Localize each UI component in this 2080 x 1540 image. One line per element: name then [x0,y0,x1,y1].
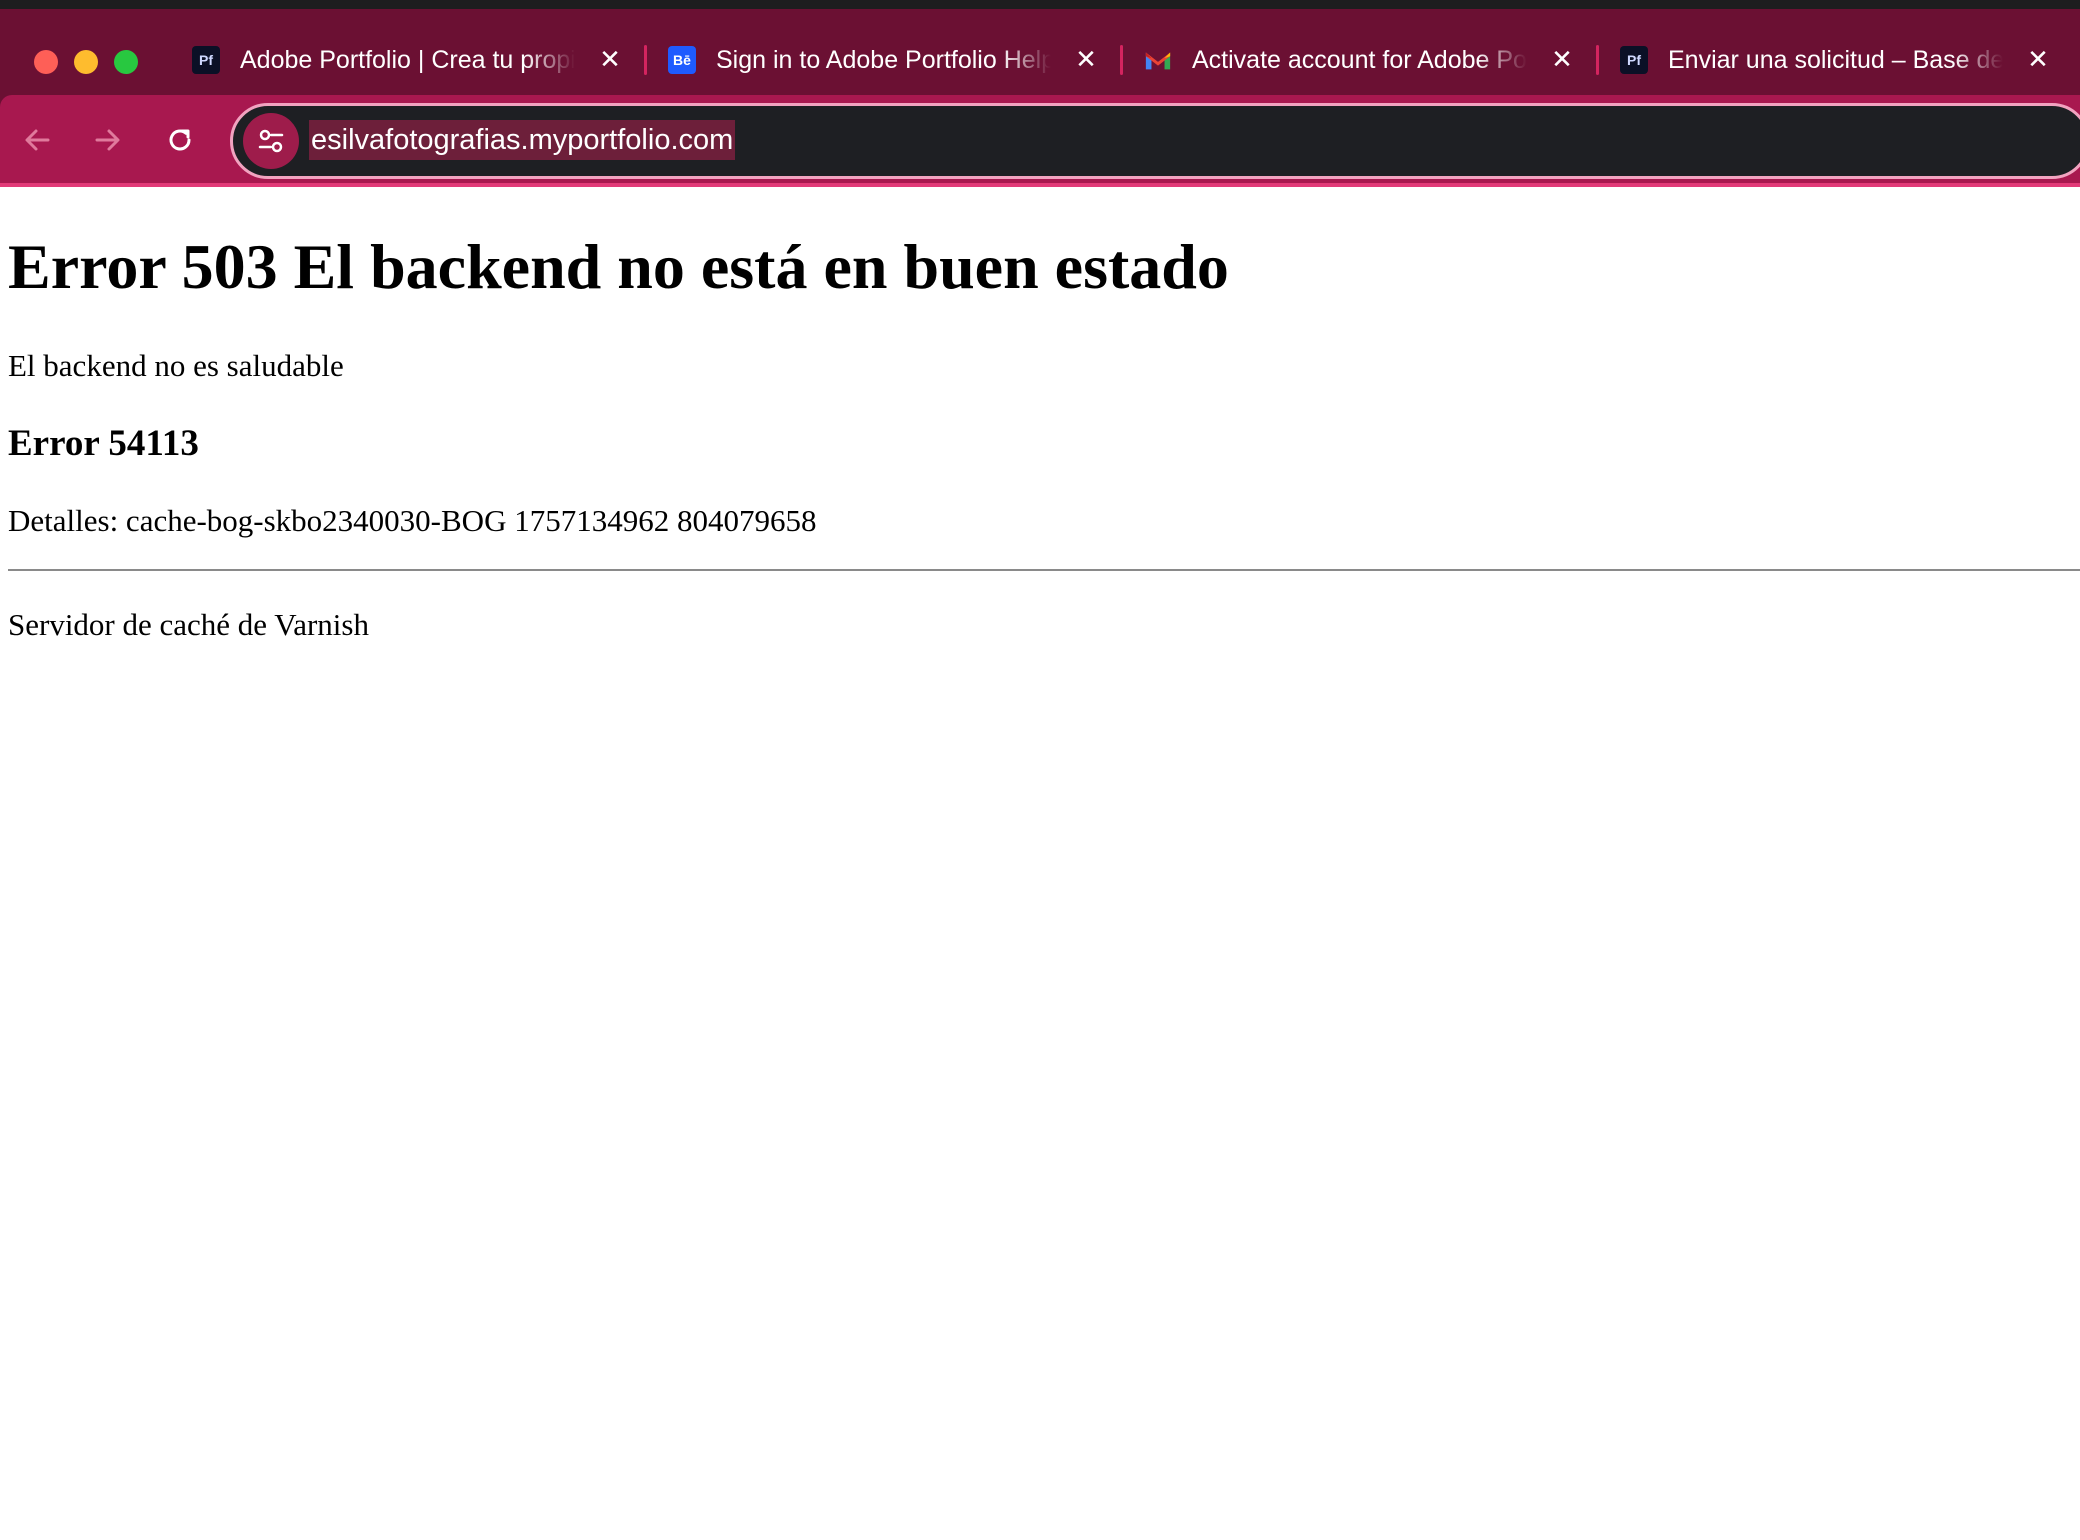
reload-icon [169,129,191,151]
error-message: El backend no es saludable [8,348,344,383]
forward-button[interactable] [83,115,133,165]
tab-title: Adobe Portfolio | Crea tu propio sitio w… [240,45,575,74]
tab-close-icon[interactable]: ✕ [597,47,623,73]
browser-chrome: Pf Adobe Portfolio | Crea tu propio siti… [0,0,2080,187]
tab-enviar-solicitud[interactable]: Pf Enviar una solicitud – Base de conoci… [1620,37,2051,83]
divider [8,569,2080,571]
gmail-icon [1144,46,1172,74]
toolbar: esilvafotografias.myportfolio.com [0,95,2080,187]
url-text[interactable]: esilvafotografias.myportfolio.com [309,120,736,160]
window-minimize-button[interactable] [74,50,98,74]
behance-icon: Bē [668,46,696,74]
tab-title: Enviar una solicitud – Base de conocimie… [1668,45,2003,74]
error-heading: Error 503 El backend no está en buen est… [8,231,1229,302]
tab-separator [1596,45,1599,75]
tune-icon [258,129,284,153]
reload-button[interactable] [155,115,205,165]
tab-close-icon[interactable]: ✕ [2025,47,2051,73]
tab-sign-in-help[interactable]: Bē Sign in to Adobe Portfolio Help ✕ [668,37,1099,83]
tab-title: Activate account for Adobe Portfolio [1192,45,1527,74]
adobe-portfolio-icon: Pf [192,46,220,74]
arrow-left-icon [25,129,50,151]
tab-separator [1120,45,1123,75]
arrow-right-icon [95,129,120,151]
window-top-strip [0,0,2080,9]
window-zoom-button[interactable] [114,50,138,74]
tab-adobe-portfolio[interactable]: Pf Adobe Portfolio | Crea tu propio siti… [192,37,623,83]
back-button[interactable] [12,115,62,165]
page-content: Error 503 El backend no está en buen est… [0,187,2080,1540]
tab-title: Sign in to Adobe Portfolio Help [716,45,1051,74]
tab-bar: Pf Adobe Portfolio | Crea tu propio siti… [0,9,2080,95]
tab-close-icon[interactable]: ✕ [1549,47,1575,73]
site-info-button[interactable] [243,113,299,169]
tab-activate-account[interactable]: Activate account for Adobe Portfolio ✕ [1144,37,1575,83]
tab-close-icon[interactable]: ✕ [1073,47,1099,73]
server-footer: Servidor de caché de Varnish [8,607,369,642]
error-code: Error 54113 [8,423,199,464]
tab-separator [644,45,647,75]
error-details: Detalles: cache-bog-skbo2340030-BOG 1757… [8,503,817,538]
adobe-portfolio-icon: Pf [1620,46,1648,74]
address-bar[interactable]: esilvafotografias.myportfolio.com [230,103,2080,179]
window-close-button[interactable] [34,50,58,74]
